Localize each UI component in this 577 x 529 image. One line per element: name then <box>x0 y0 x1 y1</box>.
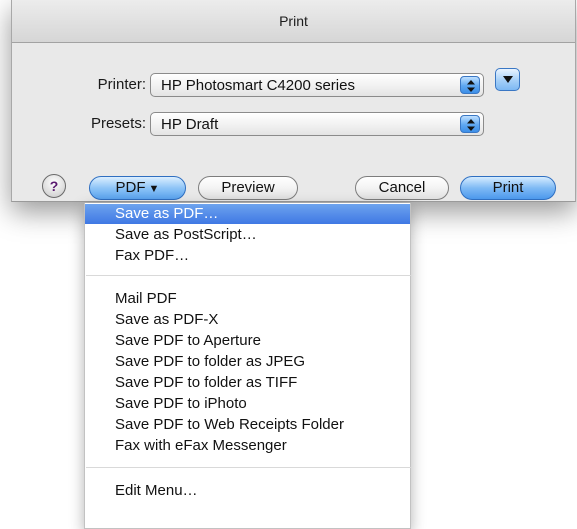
printer-label: Printer: <box>97 76 146 93</box>
menu-item-save-pdf-to-iphoto[interactable]: Save PDF to iPhoto <box>85 394 410 414</box>
pdf-menu: Save as PDF… Save as PostScript… Fax PDF… <box>84 203 411 529</box>
menu-item-fax-pdf[interactable]: Fax PDF… <box>85 246 410 266</box>
menu-separator <box>86 275 411 276</box>
cancel-button-label: Cancel <box>378 179 426 196</box>
menu-item-save-pdf-to-web-receipts[interactable]: Save PDF to Web Receipts Folder <box>85 415 410 435</box>
print-button[interactable]: Print <box>460 176 556 200</box>
menu-arrow-icon: ▼ <box>148 183 160 195</box>
menu-item-save-as-pdf-x[interactable]: Save as PDF-X <box>85 310 410 330</box>
menu-item-fax-with-efax[interactable]: Fax with eFax Messenger <box>85 436 410 456</box>
disclosure-button[interactable] <box>495 68 520 91</box>
dialog-titlebar: Print <box>12 0 575 43</box>
pdf-button-label: PDF <box>115 179 146 196</box>
cancel-button[interactable]: Cancel <box>355 176 449 200</box>
menu-item-save-as-pdf[interactable]: Save as PDF… <box>85 204 410 224</box>
help-button[interactable]: ? <box>42 174 66 198</box>
menu-separator <box>86 467 411 468</box>
pdf-button[interactable]: PDF ▼ <box>89 176 186 200</box>
printer-popup[interactable]: HP Photosmart C4200 series <box>150 73 484 97</box>
preview-button-label: Preview <box>221 179 275 196</box>
dialog-title: Print <box>279 13 308 29</box>
updown-arrows-icon <box>460 76 480 94</box>
print-button-label: Print <box>492 179 524 196</box>
screen: Print Printer: HP Photosmart C4200 serie… <box>0 0 577 529</box>
updown-arrows-icon <box>460 115 480 133</box>
printer-popup-value: HP Photosmart C4200 series <box>161 77 355 94</box>
menu-item-save-as-postscript[interactable]: Save as PostScript… <box>85 225 410 245</box>
presets-popup[interactable]: HP Draft <box>150 112 484 136</box>
menu-item-save-pdf-as-jpeg[interactable]: Save PDF to folder as JPEG <box>85 352 410 372</box>
print-dialog: Print Printer: HP Photosmart C4200 serie… <box>11 0 576 202</box>
menu-item-save-pdf-as-tiff[interactable]: Save PDF to folder as TIFF <box>85 373 410 393</box>
presets-popup-value: HP Draft <box>161 116 219 133</box>
disclosure-triangle-icon <box>503 76 513 83</box>
preview-button[interactable]: Preview <box>198 176 298 200</box>
menu-item-save-pdf-to-aperture[interactable]: Save PDF to Aperture <box>85 331 410 351</box>
menu-item-edit-menu[interactable]: Edit Menu… <box>85 481 410 501</box>
presets-label: Presets: <box>90 115 146 132</box>
menu-item-mail-pdf[interactable]: Mail PDF <box>85 289 410 309</box>
help-icon: ? <box>49 178 59 194</box>
